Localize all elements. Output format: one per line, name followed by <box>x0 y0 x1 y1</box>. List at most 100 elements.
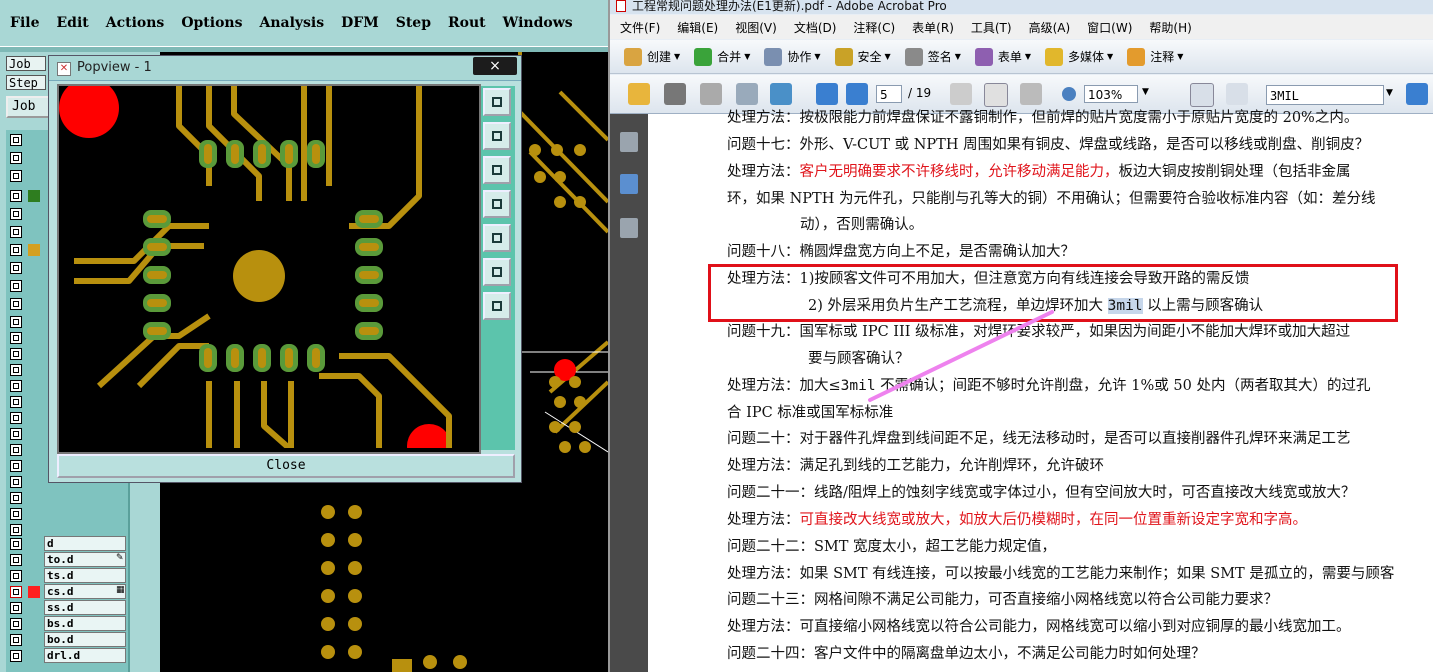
popview-canvas[interactable] <box>57 84 481 454</box>
layer-checkbox[interactable] <box>10 602 22 614</box>
layer-checkbox[interactable] <box>10 554 22 566</box>
email-icon[interactable] <box>736 83 758 105</box>
layer-checkbox[interactable] <box>10 476 22 488</box>
layer-checkbox[interactable] <box>10 396 22 408</box>
edit-pen-icon: ✎ <box>116 553 124 563</box>
layer-checkbox[interactable] <box>10 634 22 646</box>
menu-document[interactable]: 文档(D) <box>794 19 837 36</box>
cam-menu-file[interactable]: File <box>10 15 39 31</box>
layer-checkbox[interactable] <box>10 380 22 392</box>
layer-checkbox[interactable] <box>10 524 22 536</box>
doc-line: 问题十九：国军标或 IPC III 级标准，对焊环要求较严，如果因为间距小不能加… <box>727 324 1351 340</box>
layer-checkbox[interactable] <box>10 226 22 238</box>
layer-name: d <box>44 536 126 551</box>
open-folder-icon[interactable] <box>628 83 650 105</box>
layer-checkbox[interactable] <box>10 460 22 472</box>
comment-button[interactable]: 注释 ▼ <box>1127 47 1183 66</box>
layer-checkbox[interactable] <box>10 280 22 292</box>
cam-menu-actions[interactable]: Actions <box>106 15 165 31</box>
layer-checkbox[interactable] <box>10 134 22 146</box>
hand-tool-icon[interactable] <box>984 83 1008 107</box>
save-icon[interactable] <box>700 83 722 105</box>
cam-menu-analysis[interactable]: Analysis <box>259 15 324 31</box>
layer-checkbox[interactable] <box>10 618 22 630</box>
zoom-window-icon[interactable] <box>483 88 511 116</box>
layer-checkbox[interactable] <box>10 170 22 182</box>
combine-button[interactable]: 合并 ▼ <box>694 47 750 66</box>
cam-menu-step[interactable]: Step <box>396 15 431 31</box>
popview-close-bar-button[interactable]: Close <box>57 454 515 478</box>
zoom-tool-icon[interactable] <box>1020 83 1042 105</box>
menu-comment[interactable]: 注释(C) <box>853 19 895 36</box>
layer-checkbox[interactable] <box>10 428 22 440</box>
layer-checkbox[interactable] <box>10 262 22 274</box>
page-number-input[interactable]: 5 <box>876 85 902 103</box>
cam-menu-edit[interactable]: Edit <box>56 15 88 31</box>
zoom-out-icon[interactable] <box>1062 87 1076 101</box>
zoom-out-icon[interactable] <box>483 292 511 320</box>
layer-checkbox[interactable] <box>10 570 22 582</box>
pen-icon <box>904 47 923 66</box>
cam-menu-options[interactable]: Options <box>181 15 242 31</box>
create-button[interactable]: 创建 ▼ <box>624 47 680 66</box>
popview-close-button[interactable]: × <box>473 57 517 75</box>
cam-menu-windows[interactable]: Windows <box>503 15 573 31</box>
search-input[interactable]: 3MIL <box>1266 85 1384 105</box>
menu-edit[interactable]: 编辑(E) <box>677 19 718 36</box>
pages-icon[interactable] <box>620 132 638 152</box>
pan-left-icon[interactable] <box>483 190 511 218</box>
web-icon[interactable] <box>770 83 792 105</box>
layer-checkbox[interactable] <box>10 364 22 376</box>
layer-checkbox[interactable] <box>10 332 22 344</box>
pan-right-icon[interactable] <box>483 224 511 252</box>
secure-button[interactable]: 安全 ▼ <box>834 47 891 66</box>
collaborate-icon <box>764 47 783 66</box>
zoom-level-input[interactable]: 103% <box>1084 85 1138 103</box>
menu-view[interactable]: 视图(V) <box>735 19 777 36</box>
sign-button[interactable]: 签名 ▼ <box>904 47 961 66</box>
menu-forms[interactable]: 表单(R) <box>912 19 954 36</box>
layer-checkbox[interactable] <box>10 208 22 220</box>
chevron-down-icon[interactable]: ▼ <box>1142 87 1149 97</box>
layer-checkbox[interactable] <box>10 348 22 360</box>
zoom-fit-icon[interactable] <box>483 258 511 286</box>
cam-menu-rout[interactable]: Rout <box>448 15 486 31</box>
chevron-down-icon[interactable]: ▼ <box>1386 88 1393 98</box>
layer-checkbox[interactable] <box>10 152 22 164</box>
prev-page-icon[interactable] <box>816 83 838 105</box>
layer-checkbox[interactable] <box>10 508 22 520</box>
multimedia-button[interactable]: 多媒体 ▼ <box>1045 47 1113 66</box>
text-select-icon[interactable] <box>950 83 972 105</box>
collaborate-button[interactable]: 协作 ▼ <box>764 47 821 66</box>
menu-file[interactable]: 文件(F) <box>620 19 660 36</box>
cam-menu-dfm[interactable]: DFM <box>341 15 379 31</box>
menu-window[interactable]: 窗口(W) <box>1087 19 1132 36</box>
bookmarks-icon[interactable] <box>620 174 638 194</box>
layer-checkbox[interactable] <box>10 412 22 424</box>
job-button[interactable]: Job <box>6 96 50 118</box>
layer-checkbox[interactable] <box>10 538 22 550</box>
layer-checkbox[interactable] <box>10 444 22 456</box>
acrobat-titlebar[interactable]: 工程常规问题处理办法(E1更新).pdf - Adobe Acrobat Pro <box>610 0 1433 14</box>
menu-help[interactable]: 帮助(H) <box>1149 19 1191 36</box>
find-next-icon[interactable] <box>1406 83 1428 105</box>
layer-checkbox[interactable] <box>10 586 22 598</box>
menu-tools[interactable]: 工具(T) <box>971 19 1012 36</box>
fit-page-icon[interactable] <box>1226 83 1248 105</box>
next-page-icon[interactable] <box>846 83 868 105</box>
layer-checkbox[interactable] <box>10 650 22 662</box>
layer-checkbox[interactable] <box>10 190 22 202</box>
layer-checkbox[interactable] <box>10 316 22 328</box>
close-x-icon: ✕ <box>57 62 71 76</box>
pan-down-icon[interactable] <box>483 156 511 184</box>
layer-checkbox[interactable] <box>10 244 22 256</box>
pan-up-icon[interactable] <box>483 122 511 150</box>
menu-advanced[interactable]: 高级(A) <box>1029 19 1071 36</box>
scrolling-mode-icon[interactable] <box>1190 83 1214 107</box>
layer-checkbox[interactable] <box>10 492 22 504</box>
print-icon[interactable] <box>664 83 686 105</box>
forms-button[interactable]: 表单 ▼ <box>974 47 1031 66</box>
signatures-icon[interactable] <box>620 218 638 238</box>
popview-titlebar[interactable]: ✕ Popview - 1 × <box>49 56 521 81</box>
layer-checkbox[interactable] <box>10 298 22 310</box>
